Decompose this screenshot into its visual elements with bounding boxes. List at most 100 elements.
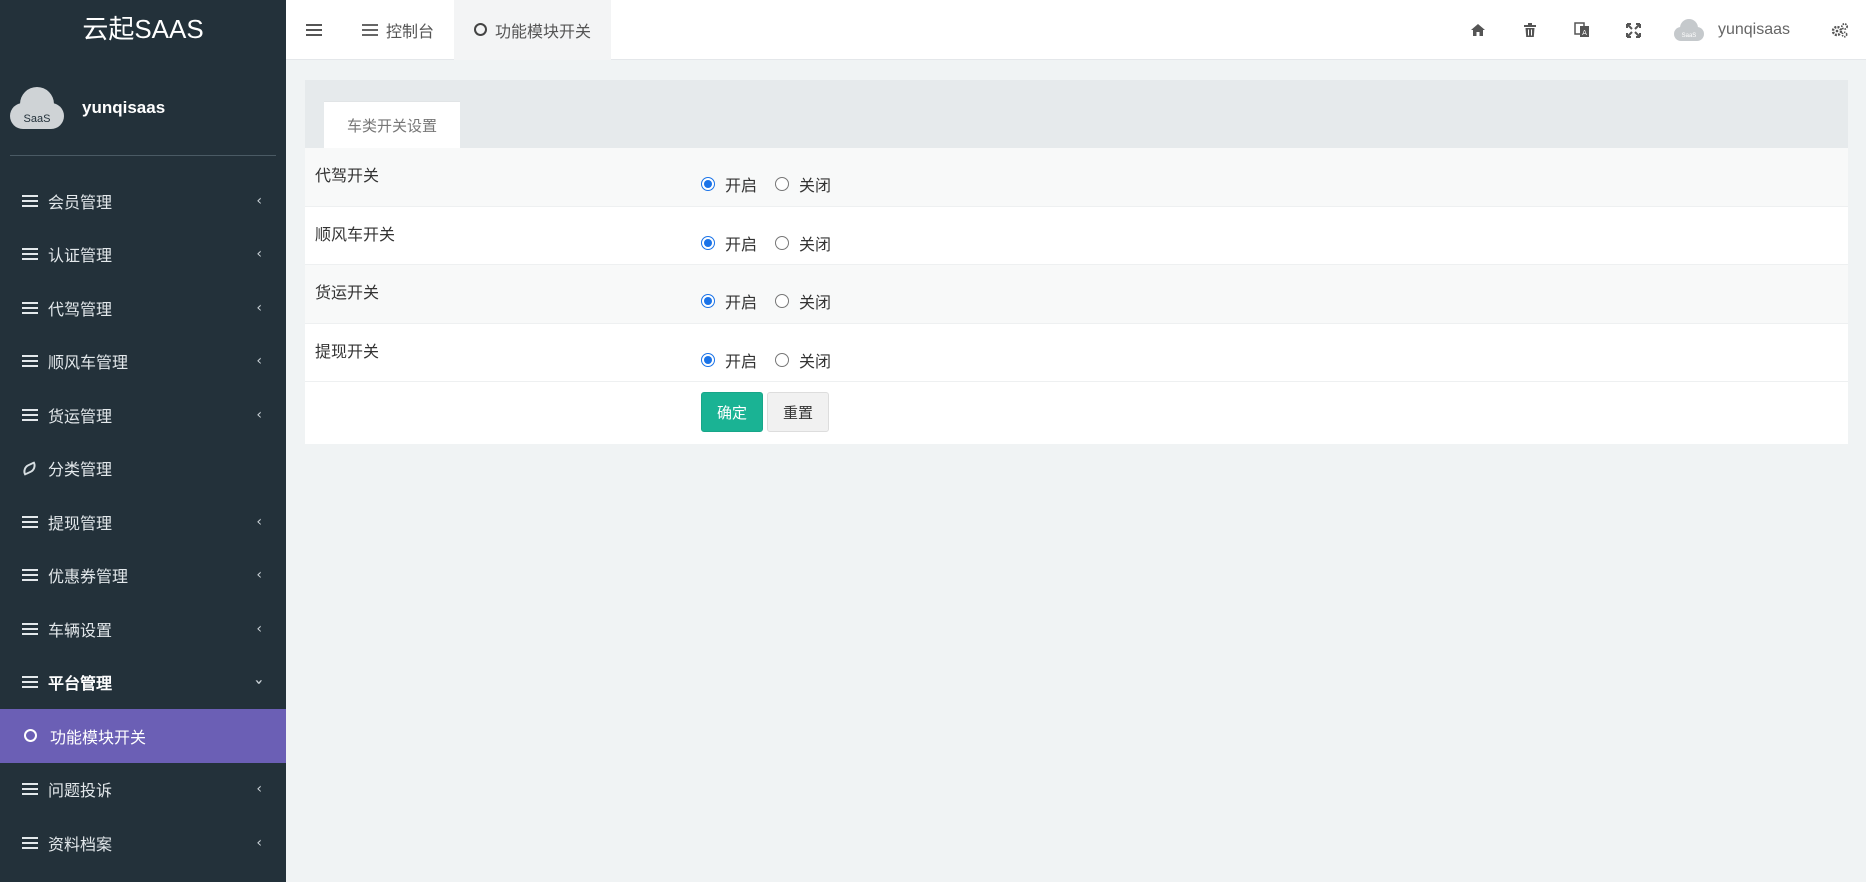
home-icon[interactable] — [1452, 0, 1504, 60]
user-name: yunqisaas — [1717, 21, 1790, 38]
switch-row-carpool: 顺风车开关 开启 关闭 — [305, 207, 1848, 265]
list-icon — [362, 23, 378, 36]
list-icon — [22, 836, 40, 849]
circle-icon — [474, 23, 488, 36]
sidebar-item-withdrawal[interactable]: 提现管理 ‹ — [0, 495, 286, 549]
sidebar-item-label: 货运管理 — [48, 406, 113, 426]
radio-checked-icon[interactable] — [701, 177, 715, 191]
radio-unchecked-icon[interactable] — [775, 235, 790, 250]
list-icon — [22, 408, 40, 421]
list-icon — [22, 301, 40, 314]
sidebar-item-label: 代驾管理 — [48, 299, 113, 319]
confirm-button[interactable]: 确定 — [701, 392, 763, 432]
profile-name[interactable]: yunqisaas — [82, 98, 165, 118]
chevron-left-icon: ‹ — [256, 513, 262, 530]
row-label: 顺风车开关 — [315, 224, 396, 244]
settings-icon[interactable] — [1814, 0, 1866, 60]
list-icon — [22, 248, 40, 261]
list-icon — [22, 194, 40, 207]
sidebar-item-label: 优惠券管理 — [48, 567, 129, 587]
language-icon[interactable]: A — [1556, 0, 1608, 60]
switch-row-withdrawal: 提现开关 开启 关闭 — [305, 324, 1848, 382]
list-icon — [22, 515, 40, 528]
radio-label: 关闭 — [799, 176, 832, 195]
tab-feature-switches[interactable]: 功能模块开关 — [454, 0, 612, 60]
sidebar-item-vehicle-settings[interactable]: 车辆设置 ‹ — [0, 602, 286, 656]
switch-row-freight: 货运开关 开启 关闭 — [305, 265, 1848, 324]
sidebar-item-category[interactable]: 分类管理 — [0, 442, 286, 496]
tab-label: 控制台 — [386, 21, 435, 41]
fullscreen-icon[interactable] — [1608, 0, 1660, 60]
settings-panel: 车类开关设置 代驾开关 开启 关闭 顺风车开关 开启 关闭 货运开关 开启 关闭… — [305, 80, 1848, 444]
chevron-left-icon: ‹ — [256, 246, 262, 263]
switch-row-designated-driving: 代驾开关 开启 关闭 — [305, 148, 1848, 207]
sidebar-item-label: 资料档案 — [48, 834, 113, 854]
radio-group: 开启 关闭 — [701, 348, 849, 372]
chevron-left-icon: ‹ — [256, 834, 262, 851]
radio-off[interactable]: 关闭 — [775, 289, 831, 313]
svg-text:A: A — [1582, 29, 1587, 37]
radio-on[interactable]: 开启 — [701, 231, 757, 255]
form-actions: 确定 重置 — [305, 382, 1848, 442]
sidebar-item-designated-driving[interactable]: 代驾管理 ‹ — [0, 281, 286, 335]
radio-group: 开启 关闭 — [701, 231, 849, 255]
chevron-left-icon: ‹ — [256, 406, 262, 423]
radio-on[interactable]: 开启 — [701, 348, 757, 372]
sidebar-item-label: 分类管理 — [48, 460, 113, 480]
sidebar: 云起SAAS SaaS yunqisaas 会员管理 ‹ 认证管理 ‹ 代驾管理… — [0, 0, 286, 882]
sidebar-item-feature-switches[interactable]: 功能模块开关 — [0, 709, 286, 763]
sidebar-item-coupons[interactable]: 优惠券管理 ‹ — [0, 549, 286, 603]
radio-off[interactable]: 关闭 — [775, 172, 831, 196]
avatar-text: SaaS — [23, 112, 51, 125]
tab-label: 功能模块开关 — [495, 21, 592, 41]
list-icon — [22, 569, 40, 582]
chevron-left-icon: ‹ — [256, 299, 262, 316]
sidebar-item-complaints[interactable]: 问题投诉 ‹ — [0, 763, 286, 817]
list-icon — [22, 622, 40, 635]
avatar[interactable]: SaaS — [10, 86, 66, 129]
tab-vehicle-switch-settings[interactable]: 车类开关设置 — [324, 101, 460, 148]
sidebar-item-freight[interactable]: 货运管理 ‹ — [0, 388, 286, 442]
trash-icon[interactable] — [1504, 0, 1556, 60]
radio-checked-icon[interactable] — [701, 294, 715, 308]
radio-off[interactable]: 关闭 — [775, 231, 831, 255]
radio-on[interactable]: 开启 — [701, 289, 757, 313]
reset-button[interactable]: 重置 — [767, 392, 829, 432]
radio-on[interactable]: 开启 — [701, 172, 757, 196]
avatar-text: SaaS — [1681, 33, 1697, 39]
radio-unchecked-icon[interactable] — [775, 294, 790, 308]
chevron-left-icon: ‹ — [256, 620, 262, 637]
sidebar-item-label: 会员管理 — [48, 192, 113, 212]
avatar: SaaS — [1673, 19, 1704, 41]
top-navbar: 控制台 功能模块开关 A SaaS yunqisaas — [286, 0, 1866, 60]
sidebar-item-certification[interactable]: 认证管理 ‹ — [0, 228, 286, 282]
chevron-left-icon: ‹ — [256, 192, 262, 209]
brand-logo[interactable]: 云起SAAS — [0, 0, 286, 60]
sidebar-item-label: 平台管理 — [48, 674, 113, 694]
sidebar-item-carpool[interactable]: 顺风车管理 ‹ — [0, 335, 286, 389]
row-label: 提现开关 — [315, 341, 380, 361]
top-right-toolbar: A SaaS yunqisaas — [1452, 0, 1866, 60]
row-label: 货运开关 — [315, 283, 380, 302]
sidebar-item-members[interactable]: 会员管理 ‹ — [0, 174, 286, 228]
radio-off[interactable]: 关闭 — [775, 348, 831, 372]
radio-unchecked-icon[interactable] — [775, 177, 790, 191]
sidebar-item-archives[interactable]: 资料档案 ‹ — [0, 816, 286, 870]
panel-tab-bar: 车类开关设置 — [305, 80, 1848, 148]
list-icon — [22, 355, 40, 368]
radio-label: 关闭 — [799, 234, 832, 254]
sidebar-item-label: 认证管理 — [48, 246, 113, 266]
radio-unchecked-icon[interactable] — [775, 352, 790, 367]
menu-toggle-icon[interactable] — [286, 0, 342, 60]
sidebar-item-label: 顺风车管理 — [48, 353, 129, 373]
radio-label: 开启 — [725, 293, 758, 312]
radio-checked-icon[interactable] — [701, 352, 715, 367]
sidebar-item-platform[interactable]: 平台管理 ‹ — [0, 656, 286, 710]
radio-label: 关闭 — [799, 293, 832, 312]
radio-label: 开启 — [725, 351, 758, 371]
tab-dashboard[interactable]: 控制台 — [342, 0, 454, 60]
radio-checked-icon[interactable] — [701, 235, 715, 250]
user-menu[interactable]: SaaS yunqisaas — [1660, 19, 1814, 41]
circle-icon — [24, 729, 42, 743]
radio-label: 开启 — [725, 234, 758, 254]
